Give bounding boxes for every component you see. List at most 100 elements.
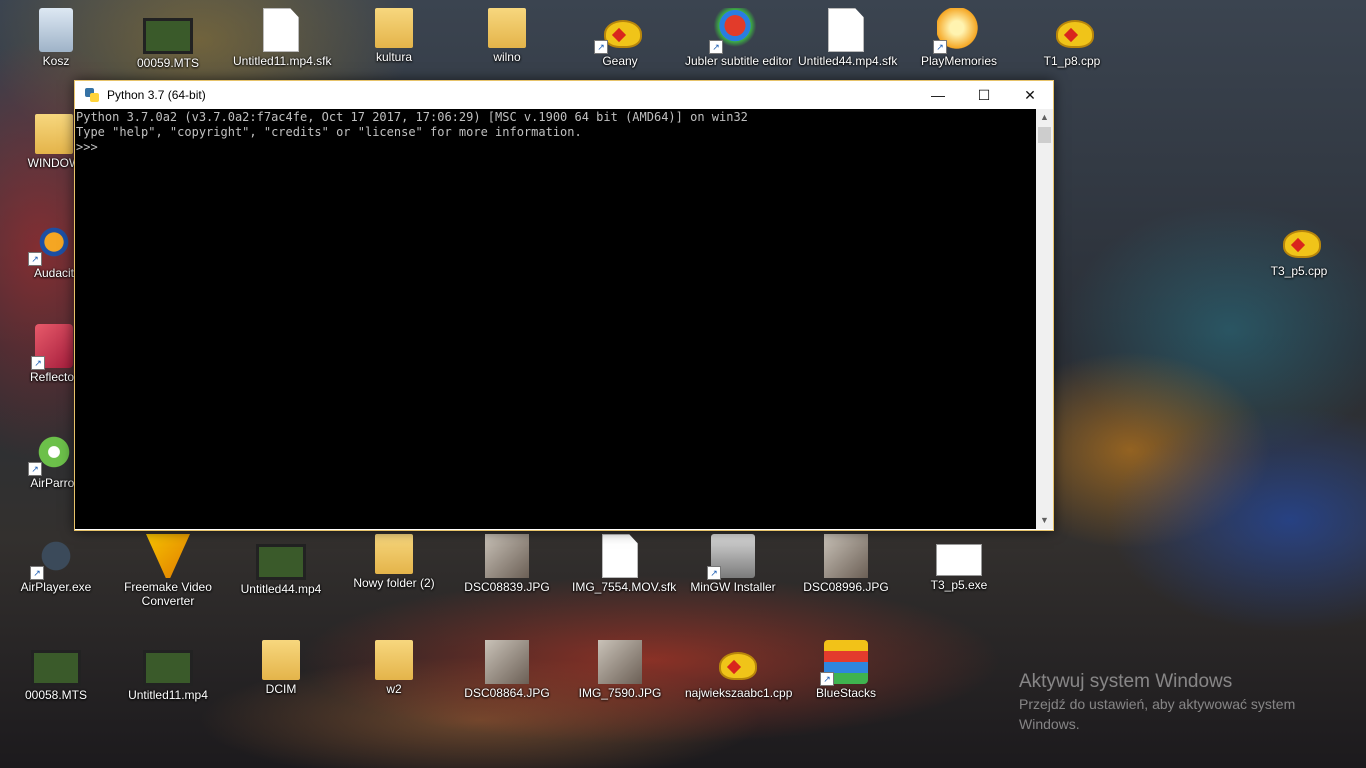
parrot-icon: ↗ <box>709 8 757 54</box>
airplayer-icon: ↗ <box>30 534 78 580</box>
desktop-icon-dsc08864[interactable]: DSC08864.JPG <box>459 640 555 700</box>
desktop-icon-label: MinGW Installer <box>690 580 776 594</box>
audacity-icon: ↗ <box>28 220 76 266</box>
folder-icon <box>35 114 73 154</box>
desktop-icon-untitled11-mp4[interactable]: Untitled11.mp4 <box>120 640 216 702</box>
desktop-icon-playmemories[interactable]: ↗ PlayMemories <box>911 8 1007 68</box>
shortcut-arrow-icon: ↗ <box>28 462 42 476</box>
desktop-icon-label: Jubler subtitle editor <box>685 54 793 68</box>
desktop-icon-bluestacks[interactable]: ↗ BlueStacks <box>798 640 894 700</box>
console-line-2: Type "help", "copyright", "credits" or "… <box>76 125 582 139</box>
desktop-icon-mingw[interactable]: ↗ MinGW Installer <box>685 534 781 594</box>
playmemories-icon: ↗ <box>933 8 981 54</box>
desktop-icon-untitled44-sfk[interactable]: Untitled44.mp4.sfk <box>798 8 897 68</box>
video-file-icon <box>256 544 306 580</box>
reflector-icon: ↗ <box>31 324 73 370</box>
desktop-icon-najwiekszaabc1[interactable]: najwiekszaabc1.cpp <box>685 640 793 700</box>
close-button[interactable]: ✕ <box>1007 81 1053 109</box>
folder-icon <box>375 8 413 48</box>
desktop-icon-label: DCIM <box>265 682 297 696</box>
desktop-icon-dcim[interactable]: DCIM <box>233 640 329 696</box>
desktop-icon-label: T1_p8.cpp <box>1043 54 1101 68</box>
desktop-icon-label: Geany <box>602 54 638 68</box>
desktop-icon-label: IMG_7590.JPG <box>578 686 662 700</box>
desktop-icon-label: wilno <box>493 50 521 64</box>
shortcut-arrow-icon: ↗ <box>146 566 156 578</box>
chevron-up-icon[interactable]: ▲ <box>1036 109 1053 126</box>
image-file-icon <box>598 640 642 684</box>
desktop-icon-label: Untitled11.mp4.sfk <box>233 54 332 68</box>
desktop-icon-img7554-sfk[interactable]: IMG_7554.MOV.sfk <box>572 534 676 594</box>
shortcut-arrow-icon: ↗ <box>933 40 947 54</box>
file-icon <box>263 8 299 52</box>
airparrot-icon: ↗ <box>28 430 76 476</box>
desktop-icon-w2[interactable]: w2 <box>346 640 442 696</box>
desktop-icon-untitled11-sfk[interactable]: Untitled11.mp4.sfk <box>233 8 332 68</box>
desktop-icon-geany[interactable]: ↗ Geany <box>572 8 668 68</box>
desktop-icon-label: T3_p5.exe <box>930 578 988 592</box>
desktop-icon-dsc08996[interactable]: DSC08996.JPG <box>798 534 894 594</box>
desktop-icon-t3-p5-exe[interactable]: T3_p5.exe <box>911 534 1007 592</box>
chevron-down-icon[interactable]: ▼ <box>1036 512 1053 529</box>
desktop-icon-wilno[interactable]: wilno <box>459 8 555 64</box>
desktop-icon-t3-p5-cpp[interactable]: T3_p5.cpp <box>1251 218 1347 278</box>
desktop-icon-freemake[interactable]: ↗ Freemake Video Converter <box>120 534 216 608</box>
desktop-icon-airplayer[interactable]: ↗ AirPlayer.exe <box>8 534 104 594</box>
freemake-icon: ↗ <box>146 534 190 578</box>
geany-lamp-icon <box>1277 218 1321 262</box>
geany-lamp-icon <box>713 640 757 684</box>
desktop-icon-dsc08839[interactable]: DSC08839.JPG <box>459 534 555 594</box>
desktop-icon-label: DSC08839.JPG <box>464 580 550 594</box>
desktop-icon-untitled44-mp4[interactable]: Untitled44.mp4 <box>233 534 329 596</box>
desktop-icon-label: AirPlayer.exe <box>20 580 92 594</box>
desktop-icon-t1-p8-cpp[interactable]: T1_p8.cpp <box>1024 8 1120 68</box>
desktop-icon-label: w2 <box>386 682 402 696</box>
image-file-icon <box>485 640 529 684</box>
desktop-icon-label: PlayMemories <box>920 54 998 68</box>
desktop-icon-kultura[interactable]: kultura <box>346 8 442 64</box>
desktop-icon-00059-mts[interactable]: 00059.MTS <box>120 8 216 70</box>
desktop-icon-kosz[interactable]: Kosz <box>8 8 104 68</box>
python-console-window[interactable]: Python 3.7 (64-bit) — ☐ ✕ Python 3.7.0a2… <box>74 80 1054 531</box>
folder-icon <box>375 640 413 680</box>
desktop-icon-img7590[interactable]: IMG_7590.JPG <box>572 640 668 700</box>
exe-window-icon <box>936 544 982 576</box>
folder-icon <box>375 534 413 574</box>
desktop-icon-nowy-folder[interactable]: Nowy folder (2) <box>346 534 442 590</box>
maximize-button[interactable]: ☐ <box>961 81 1007 109</box>
shortcut-arrow-icon: ↗ <box>594 40 608 54</box>
shortcut-arrow-icon: ↗ <box>709 40 723 54</box>
video-file-icon <box>143 650 193 686</box>
desktop-icon-label: Freemake Video Converter <box>124 580 212 608</box>
file-icon <box>828 8 864 52</box>
console-output[interactable]: Python 3.7.0a2 (v3.7.0a2:f7ac4fe, Oct 17… <box>75 109 1036 529</box>
vertical-scrollbar[interactable]: ▲ ▼ <box>1036 109 1053 529</box>
console-prompt[interactable]: >>> <box>76 140 1036 154</box>
desktop-icon-label: T3_p5.cpp <box>1270 264 1328 278</box>
window-titlebar[interactable]: Python 3.7 (64-bit) — ☐ ✕ <box>75 81 1053 109</box>
video-file-icon <box>31 650 81 686</box>
file-icon <box>602 534 638 578</box>
geany-lamp-icon <box>1050 8 1094 52</box>
desktop-icon-label: 00059.MTS <box>136 56 200 70</box>
desktop-icon-label: DSC08864.JPG <box>464 686 550 700</box>
scrollbar-thumb[interactable] <box>1038 127 1051 143</box>
activation-subtitle: Przejdź do ustawień, aby aktywować syste… <box>1019 696 1296 732</box>
image-file-icon <box>485 534 529 578</box>
window-title: Python 3.7 (64-bit) <box>107 88 206 102</box>
console-line-1: Python 3.7.0a2 (v3.7.0a2:f7ac4fe, Oct 17… <box>76 110 748 124</box>
shortcut-arrow-icon: ↗ <box>28 252 42 266</box>
desktop-icon-00058-mts[interactable]: 00058.MTS <box>8 640 104 702</box>
shortcut-arrow-icon: ↗ <box>820 672 834 686</box>
desktop-icon-jubler[interactable]: ↗ Jubler subtitle editor <box>685 8 793 68</box>
desktop-icon-label: najwiekszaabc1.cpp <box>685 686 793 700</box>
video-file-icon <box>143 18 193 54</box>
shortcut-arrow-icon: ↗ <box>31 356 45 370</box>
python-icon <box>85 88 99 102</box>
image-file-icon <box>824 534 868 578</box>
desktop-icon-label: kultura <box>375 50 413 64</box>
recycle-bin-icon <box>39 8 73 52</box>
desktop-icon-label: Nowy folder (2) <box>353 576 435 590</box>
minimize-button[interactable]: — <box>915 81 961 109</box>
desktop-icon-label: DSC08996.JPG <box>803 580 889 594</box>
